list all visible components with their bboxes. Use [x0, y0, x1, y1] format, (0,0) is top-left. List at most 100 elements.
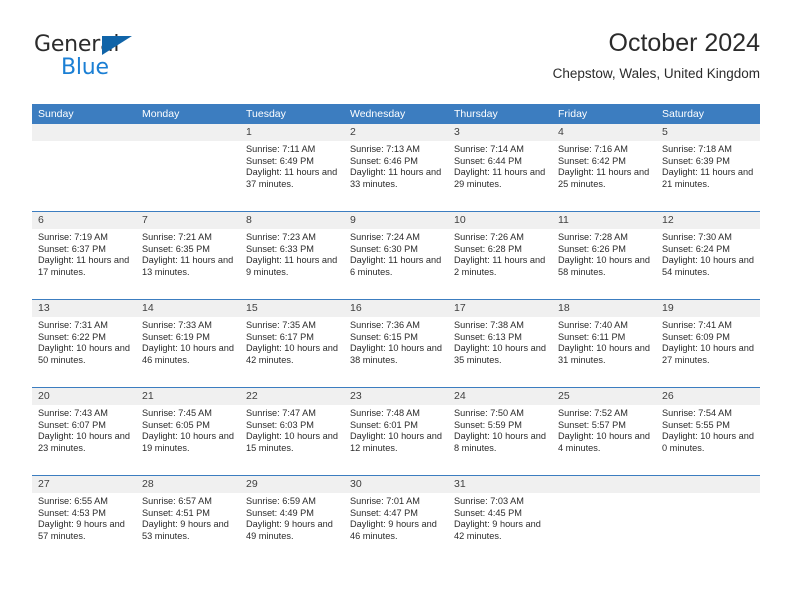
day-number: 22: [240, 388, 344, 405]
day-number: 17: [448, 300, 552, 317]
calendar-day-cell[interactable]: 12 Sunrise: 7:30 AM Sunset: 6:24 PM Dayligh…: [656, 212, 760, 299]
day-number: 12: [656, 212, 760, 229]
calendar-week-row: 6 Sunrise: 7:19 AM Sunset: 6:37 PM Daylight…: [32, 211, 760, 299]
sunrise-text: Sunrise: 7:35 AM: [246, 320, 316, 330]
sunrise-text: Sunrise: 7:30 AM: [662, 232, 732, 242]
calendar-day-cell[interactable]: 22 Sunrise: 7:47 AM Sunset: 6:03 PM Dayligh…: [240, 388, 344, 475]
calendar-day-cell[interactable]: 1 Sunrise: 7:11 AM Sunset: 6:49 PM Daylight…: [240, 124, 344, 211]
calendar-day-cell[interactable]: 24 Sunrise: 7:50 AM Sunset: 5:59 PM Dayligh…: [448, 388, 552, 475]
calendar-day-cell[interactable]: 21 Sunrise: 7:45 AM Sunset: 6:05 PM Dayligh…: [136, 388, 240, 475]
calendar-day-cell[interactable]: 25 Sunrise: 7:52 AM Sunset: 5:57 PM Dayligh…: [552, 388, 656, 475]
calendar-day-cell-empty: [552, 476, 656, 563]
calendar-week-row: 1 Sunrise: 7:11 AM Sunset: 6:49 PM Daylight…: [32, 124, 760, 211]
daylight-text: Daylight: 11 hours and 9 minutes.: [246, 255, 338, 277]
calendar-day-cell[interactable]: 7 Sunrise: 7:21 AM Sunset: 6:35 PM Daylight…: [136, 212, 240, 299]
sunrise-text: Sunrise: 7:19 AM: [38, 232, 108, 242]
logo-text-blue: Blue: [61, 55, 109, 80]
calendar-day-cell[interactable]: 19 Sunrise: 7:41 AM Sunset: 6:09 PM Dayligh…: [656, 300, 760, 387]
daylight-text: Daylight: 10 hours and 4 minutes.: [558, 431, 650, 453]
calendar-day-cell-empty: [32, 124, 136, 211]
sunset-text: Sunset: 6:26 PM: [558, 243, 626, 254]
day-number: 21: [136, 388, 240, 405]
calendar-day-cell[interactable]: 15 Sunrise: 7:35 AM Sunset: 6:17 PM Dayligh…: [240, 300, 344, 387]
day-details: Sunrise: 7:18 AM Sunset: 6:39 PM Daylight:…: [656, 141, 760, 190]
day-details: Sunrise: 7:24 AM Sunset: 6:30 PM Daylight:…: [344, 229, 448, 278]
calendar-day-cell[interactable]: 16 Sunrise: 7:36 AM Sunset: 6:15 PM Dayligh…: [344, 300, 448, 387]
sunrise-text: Sunrise: 7:11 AM: [246, 144, 316, 154]
day-details: Sunrise: 7:50 AM Sunset: 5:59 PM Daylight:…: [448, 405, 552, 454]
sunrise-text: Sunrise: 6:55 AM: [38, 496, 108, 506]
calendar-day-cell[interactable]: 23 Sunrise: 7:48 AM Sunset: 6:01 PM Dayligh…: [344, 388, 448, 475]
daylight-text: Daylight: 10 hours and 23 minutes.: [38, 431, 130, 453]
page-header: General Blue October 2024 Chepstow, Wale…: [32, 28, 760, 100]
calendar-day-cell[interactable]: 11 Sunrise: 7:28 AM Sunset: 6:26 PM Dayligh…: [552, 212, 656, 299]
daylight-text: Daylight: 10 hours and 35 minutes.: [454, 343, 546, 365]
daylight-text: Daylight: 10 hours and 12 minutes.: [350, 431, 442, 453]
day-details: Sunrise: 7:45 AM Sunset: 6:05 PM Daylight:…: [136, 405, 240, 454]
calendar-day-cell[interactable]: 9 Sunrise: 7:24 AM Sunset: 6:30 PM Daylight…: [344, 212, 448, 299]
day-number: 13: [32, 300, 136, 317]
sunrise-text: Sunrise: 7:26 AM: [454, 232, 524, 242]
sunset-text: Sunset: 6:22 PM: [38, 331, 106, 342]
weekday-header-sunday: Sunday: [38, 108, 74, 120]
day-details: Sunrise: 7:47 AM Sunset: 6:03 PM Daylight:…: [240, 405, 344, 454]
page-title: October 2024: [608, 29, 761, 57]
day-number: 4: [552, 124, 656, 141]
calendar-day-cell[interactable]: 2 Sunrise: 7:13 AM Sunset: 6:46 PM Daylight…: [344, 124, 448, 211]
calendar-day-cell[interactable]: 28 Sunrise: 6:57 AM Sunset: 4:51 PM Dayligh…: [136, 476, 240, 563]
day-details: Sunrise: 7:54 AM Sunset: 5:55 PM Daylight:…: [656, 405, 760, 454]
sunset-text: Sunset: 4:53 PM: [38, 507, 106, 518]
day-details: Sunrise: 7:31 AM Sunset: 6:22 PM Daylight:…: [32, 317, 136, 366]
sunrise-text: Sunrise: 6:59 AM: [246, 496, 316, 506]
weekday-header-row: Sunday Monday Tuesday Wednesday Thursday Frid…: [32, 104, 760, 124]
day-number: 27: [32, 476, 136, 493]
sunset-text: Sunset: 6:15 PM: [350, 331, 418, 342]
daylight-text: Daylight: 9 hours and 53 minutes.: [142, 519, 229, 541]
sunset-text: Sunset: 4:47 PM: [350, 507, 418, 518]
sunset-text: Sunset: 6:11 PM: [558, 331, 626, 342]
calendar-day-cell[interactable]: 13 Sunrise: 7:31 AM Sunset: 6:22 PM Dayligh…: [32, 300, 136, 387]
sunrise-text: Sunrise: 7:21 AM: [142, 232, 212, 242]
daylight-text: Daylight: 10 hours and 0 minutes.: [662, 431, 754, 453]
calendar-day-cell[interactable]: 10 Sunrise: 7:26 AM Sunset: 6:28 PM Dayligh…: [448, 212, 552, 299]
calendar-day-cell[interactable]: 29 Sunrise: 6:59 AM Sunset: 4:49 PM Dayligh…: [240, 476, 344, 563]
sunrise-text: Sunrise: 7:01 AM: [350, 496, 420, 506]
calendar-day-cell[interactable]: 26 Sunrise: 7:54 AM Sunset: 5:55 PM Dayligh…: [656, 388, 760, 475]
calendar-day-cell[interactable]: 18 Sunrise: 7:40 AM Sunset: 6:11 PM Dayligh…: [552, 300, 656, 387]
day-details: Sunrise: 7:14 AM Sunset: 6:44 PM Daylight:…: [448, 141, 552, 190]
sunset-text: Sunset: 6:17 PM: [246, 331, 314, 342]
daylight-text: Daylight: 11 hours and 17 minutes.: [38, 255, 130, 277]
calendar-day-cell[interactable]: 31 Sunrise: 7:03 AM Sunset: 4:45 PM Dayligh…: [448, 476, 552, 563]
calendar-day-cell[interactable]: 20 Sunrise: 7:43 AM Sunset: 6:07 PM Dayligh…: [32, 388, 136, 475]
day-number: 11: [552, 212, 656, 229]
daylight-text: Daylight: 9 hours and 57 minutes.: [38, 519, 125, 541]
weekday-header-saturday: Saturday: [662, 108, 705, 120]
sunrise-text: Sunrise: 7:45 AM: [142, 408, 212, 418]
day-number: 25: [552, 388, 656, 405]
sunset-text: Sunset: 6:46 PM: [350, 155, 418, 166]
calendar-day-cell[interactable]: 14 Sunrise: 7:33 AM Sunset: 6:19 PM Dayligh…: [136, 300, 240, 387]
sunset-text: Sunset: 6:39 PM: [662, 155, 730, 166]
calendar-day-cell[interactable]: 3 Sunrise: 7:14 AM Sunset: 6:44 PM Daylight…: [448, 124, 552, 211]
day-details: Sunrise: 7:35 AM Sunset: 6:17 PM Daylight:…: [240, 317, 344, 366]
calendar-day-cell[interactable]: 30 Sunrise: 7:01 AM Sunset: 4:47 PM Dayligh…: [344, 476, 448, 563]
day-details: Sunrise: 6:59 AM Sunset: 4:49 PM Daylight:…: [240, 493, 344, 542]
calendar-day-cell[interactable]: 8 Sunrise: 7:23 AM Sunset: 6:33 PM Daylight…: [240, 212, 344, 299]
day-number: 10: [448, 212, 552, 229]
sunset-text: Sunset: 6:05 PM: [142, 419, 210, 430]
title-block: October 2024 Chepstow, Wales, United Kin…: [553, 28, 760, 81]
daylight-text: Daylight: 11 hours and 13 minutes.: [142, 255, 234, 277]
calendar-day-cell[interactable]: 5 Sunrise: 7:18 AM Sunset: 6:39 PM Daylight…: [656, 124, 760, 211]
day-details: Sunrise: 7:48 AM Sunset: 6:01 PM Daylight:…: [344, 405, 448, 454]
sunrise-text: Sunrise: 7:14 AM: [454, 144, 524, 154]
calendar-day-cell[interactable]: 27 Sunrise: 6:55 AM Sunset: 4:53 PM Dayligh…: [32, 476, 136, 563]
day-number: [656, 476, 760, 493]
day-details: Sunrise: 7:19 AM Sunset: 6:37 PM Daylight:…: [32, 229, 136, 278]
sunrise-text: Sunrise: 7:52 AM: [558, 408, 628, 418]
calendar-day-cell[interactable]: 4 Sunrise: 7:16 AM Sunset: 6:42 PM Daylight…: [552, 124, 656, 211]
day-details: Sunrise: 7:52 AM Sunset: 5:57 PM Daylight:…: [552, 405, 656, 454]
calendar-weeks: 1 Sunrise: 7:11 AM Sunset: 6:49 PM Daylight…: [32, 124, 760, 563]
calendar-day-cell[interactable]: 17 Sunrise: 7:38 AM Sunset: 6:13 PM Dayligh…: [448, 300, 552, 387]
sunrise-text: Sunrise: 7:50 AM: [454, 408, 524, 418]
calendar-day-cell[interactable]: 6 Sunrise: 7:19 AM Sunset: 6:37 PM Daylight…: [32, 212, 136, 299]
